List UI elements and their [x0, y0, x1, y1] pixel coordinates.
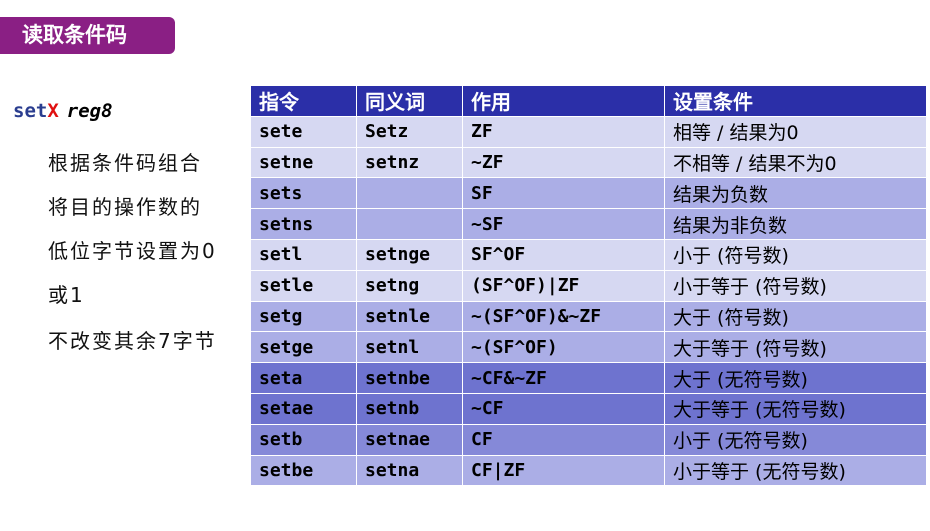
- header-effect: 作用: [462, 85, 665, 117]
- table-header-row: 指令 同义词 作用 设置条件: [250, 85, 927, 117]
- cell-condition: 小于等于 (符号数): [664, 269, 927, 302]
- header-instr: 指令: [250, 85, 357, 117]
- title-banner: 读取条件码: [0, 17, 175, 54]
- cell-synonym: setnge: [356, 238, 463, 271]
- cell-synonym: setnae: [356, 423, 463, 456]
- table-row: setns ~SF 结果为非负数: [250, 208, 927, 240]
- setx-reg: reg8: [66, 100, 113, 122]
- cell-condition: 不相等 / 结果不为0: [664, 146, 927, 179]
- cell-condition: 结果为负数: [664, 177, 927, 210]
- cell-effect: ~ZF: [462, 146, 665, 179]
- setx-x: X: [47, 100, 59, 122]
- cell-effect: ~(SF^OF): [462, 331, 665, 364]
- cell-instr: setl: [250, 238, 357, 271]
- page-title: 读取条件码: [22, 23, 127, 47]
- cell-effect: ~(SF^OF)&~ZF: [462, 300, 665, 333]
- cell-condition: 相等 / 结果为0: [664, 115, 927, 148]
- cell-instr: setbe: [250, 454, 357, 487]
- cell-synonym: setnz: [356, 146, 463, 179]
- cell-synonym: setnb: [356, 392, 463, 425]
- table-row: seta setnbe ~CF&~ZF 大于 (无符号数): [250, 362, 927, 394]
- table-row: setle setng (SF^OF)|ZF 小于等于 (符号数): [250, 269, 927, 302]
- table-row: setge setnl ~(SF^OF) 大于等于 (符号数): [250, 331, 927, 364]
- cell-instr: seta: [250, 362, 357, 394]
- cell-condition: 大于 (符号数): [664, 300, 927, 333]
- cell-synonym: setnle: [356, 300, 463, 333]
- cell-effect: CF: [462, 423, 665, 456]
- table-row: setb setnae CF 小于 (无符号数): [250, 423, 927, 456]
- description-line: 不改变其余7字节: [48, 329, 217, 353]
- setx-prefix: set: [13, 100, 48, 122]
- cell-synonym: setnl: [356, 331, 463, 364]
- cell-effect: ~CF&~ZF: [462, 362, 665, 394]
- cell-effect: SF: [462, 177, 665, 210]
- cell-instr: sets: [250, 177, 357, 210]
- cell-condition: 结果为非负数: [664, 208, 927, 240]
- cell-synonym: setng: [356, 269, 463, 302]
- table-row: setbe setna CF|ZF 小于等于 (无符号数): [250, 454, 927, 487]
- cell-condition: 小于等于 (无符号数): [664, 454, 927, 487]
- cell-condition: 大于等于 (无符号数): [664, 392, 927, 425]
- setx-table: 指令 同义词 作用 设置条件 sete Setz ZF 相等 / 结果为0 se…: [250, 85, 927, 487]
- cell-instr: setb: [250, 423, 357, 456]
- table-row: sets SF 结果为负数: [250, 177, 927, 210]
- cell-synonym: Setz: [356, 115, 463, 148]
- cell-effect: SF^OF: [462, 238, 665, 271]
- cell-effect: ~SF: [462, 208, 665, 240]
- cell-condition: 小于 (无符号数): [664, 423, 927, 456]
- table-row: setl setnge SF^OF 小于 (符号数): [250, 238, 927, 271]
- cell-synonym: setna: [356, 454, 463, 487]
- cell-instr: setae: [250, 392, 357, 425]
- cell-instr: setne: [250, 146, 357, 179]
- description-line: 根据条件码组合: [48, 151, 202, 175]
- cell-instr: setg: [250, 300, 357, 333]
- cell-instr: sete: [250, 115, 357, 148]
- header-synonym: 同义词: [356, 85, 463, 117]
- cell-effect: CF|ZF: [462, 454, 665, 487]
- cell-condition: 小于 (符号数): [664, 238, 927, 271]
- header-condition: 设置条件: [664, 85, 927, 117]
- setx-syntax: setX reg8: [13, 100, 113, 122]
- cell-condition: 大于等于 (符号数): [664, 331, 927, 364]
- cell-synonym: setnbe: [356, 362, 463, 394]
- table-row: setae setnb ~CF 大于等于 (无符号数): [250, 392, 927, 425]
- cell-synonym: [356, 208, 463, 240]
- description-line: 低位字节设置为0: [48, 239, 217, 263]
- description-line: 或1: [48, 283, 85, 307]
- cell-instr: setle: [250, 269, 357, 302]
- table-row: setne setnz ~ZF 不相等 / 结果不为0: [250, 146, 927, 179]
- cell-effect: ZF: [462, 115, 665, 148]
- cell-condition: 大于 (无符号数): [664, 362, 927, 394]
- cell-instr: setge: [250, 331, 357, 364]
- description-line: 将目的操作数的: [48, 195, 202, 219]
- cell-instr: setns: [250, 208, 357, 240]
- cell-synonym: [356, 177, 463, 210]
- table-row: setg setnle ~(SF^OF)&~ZF 大于 (符号数): [250, 300, 927, 333]
- cell-effect: (SF^OF)|ZF: [462, 269, 665, 302]
- table-row: sete Setz ZF 相等 / 结果为0: [250, 115, 927, 148]
- cell-effect: ~CF: [462, 392, 665, 425]
